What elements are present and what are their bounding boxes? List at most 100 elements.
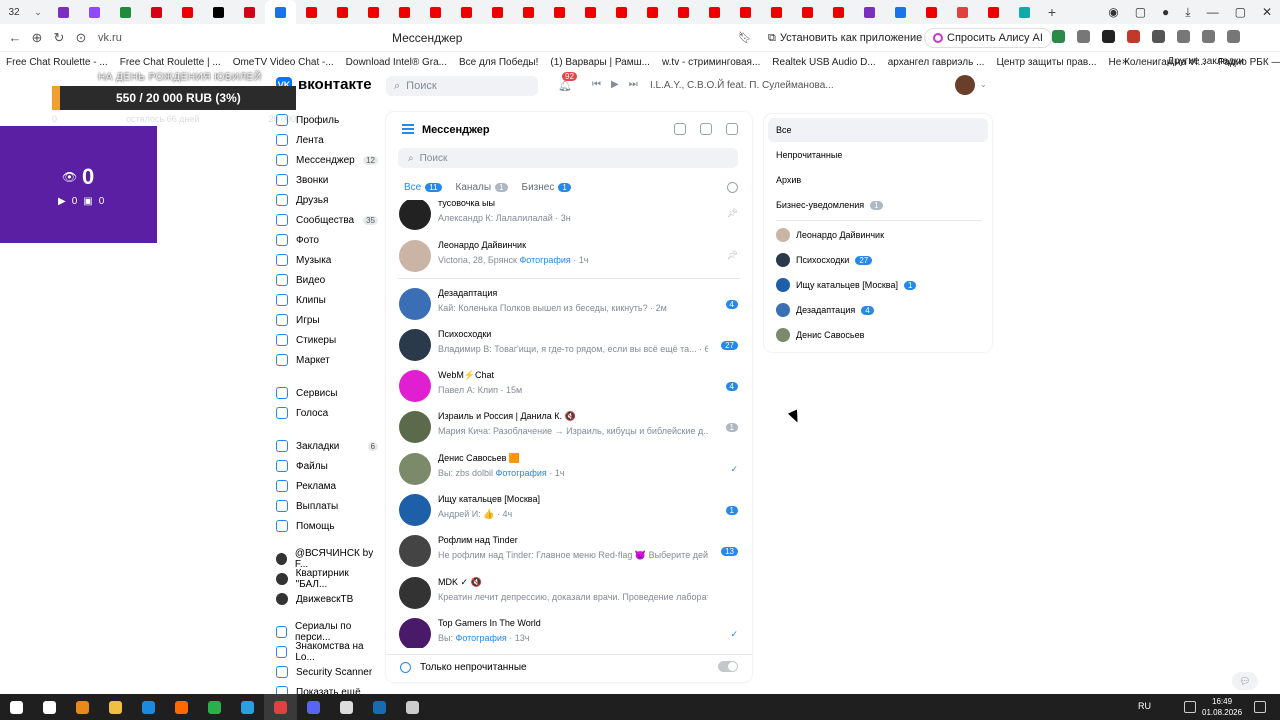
tab-count[interactable]: 32: [0, 7, 28, 18]
install-app-button[interactable]: ⧉ Установить как приложение: [762, 28, 928, 48]
chat-widget-button[interactable]: 💬︎: [1232, 672, 1258, 690]
sidebar-item[interactable]: Сериалы по перси...: [276, 621, 380, 643]
taskbar-app-icon[interactable]: [198, 694, 231, 720]
other-bookmarks[interactable]: Другие закладки: [1161, 56, 1250, 67]
archive-icon[interactable]: [700, 123, 712, 135]
tab-dropdown-icon[interactable]: ⌄: [28, 0, 48, 24]
sidebar-item[interactable]: Security Scanner: [276, 662, 380, 682]
sidebar-item[interactable]: Лента: [276, 130, 380, 150]
sidebar-item[interactable]: Реклама: [276, 476, 380, 496]
sidebar-item[interactable]: Сообщества 35: [276, 210, 380, 230]
browser-tab[interactable]: [513, 0, 544, 24]
conversation-row[interactable]: Психосходки Владимир В: Товаг'ищи, я где-…: [386, 325, 752, 365]
browser-tab[interactable]: [420, 0, 451, 24]
more-bookmarks-icon[interactable]: »: [1116, 56, 1134, 67]
browser-tab[interactable]: [451, 0, 482, 24]
unread-only-toggle[interactable]: [718, 661, 738, 672]
back-button[interactable]: ←: [4, 30, 26, 45]
vk-search-input[interactable]: ⌕ Поиск: [386, 76, 538, 96]
browser-tab[interactable]: [110, 0, 141, 24]
url-field[interactable]: vk.ru: [98, 32, 122, 44]
sidebar-item[interactable]: Сервисы: [276, 383, 380, 403]
conversation-row[interactable]: WebM⚡Chat Павел А: Клип · 15м 4: [386, 366, 752, 406]
compose-icon[interactable]: [726, 123, 738, 135]
bookmark-item[interactable]: Все для Победы!: [453, 57, 544, 68]
current-track[interactable]: I.L.A.Y., С.В.О.Й feat. П. Сулейманова..…: [650, 80, 834, 91]
browser-tab[interactable]: [544, 0, 575, 24]
notification-center-icon[interactable]: [1254, 701, 1266, 713]
call-icon[interactable]: [674, 123, 686, 135]
filter-item[interactable]: Все: [768, 118, 988, 142]
bookmark-item[interactable]: OmeTV Video Chat -...: [227, 57, 340, 68]
bookmark-item[interactable]: (1) Варвары | Рамш...: [544, 57, 656, 68]
sidebar-item[interactable]: Знакомства на Lo...: [276, 641, 380, 663]
conversation-row[interactable]: Рофлим над Tinder Не рофлим над Tinder: Г…: [386, 531, 752, 571]
browser-tab[interactable]: [606, 0, 637, 24]
tab-business[interactable]: Бизнес 1: [522, 182, 571, 193]
site-info-icon[interactable]: ⊙: [70, 30, 92, 46]
extension-icon[interactable]: ▢: [1135, 5, 1146, 19]
browser-tab[interactable]: [172, 0, 203, 24]
language-indicator[interactable]: RU: [1138, 701, 1151, 711]
browser-tab[interactable]: [699, 0, 730, 24]
bookmark-item[interactable]: w.tv - стриминговая...: [656, 57, 766, 68]
taskbar-app-icon[interactable]: [330, 694, 363, 720]
taskbar-app-icon[interactable]: [264, 694, 297, 720]
browser-tab[interactable]: [296, 0, 327, 24]
browser-tab[interactable]: [234, 0, 265, 24]
sidebar-item[interactable]: Маркет: [276, 350, 380, 370]
bookmark-icon[interactable]: 🔖︎: [738, 31, 752, 44]
conversation-row[interactable]: Дезадаптация Кай: Коленька Полков вышел и…: [386, 284, 752, 324]
taskbar-app-icon[interactable]: [396, 694, 429, 720]
browser-tab[interactable]: [730, 0, 761, 24]
taskbar-app-icon[interactable]: [0, 694, 33, 720]
sidebar-icon[interactable]: [1202, 30, 1215, 43]
maximize-button[interactable]: ▢: [1235, 5, 1246, 19]
browser-tab[interactable]: [389, 0, 420, 24]
sidebar-item[interactable]: Звонки: [276, 170, 380, 190]
sidebar-item[interactable]: Видео: [276, 270, 380, 290]
taskbar-app-icon[interactable]: [33, 694, 66, 720]
extension-icon[interactable]: [1102, 30, 1115, 43]
sidebar-item[interactable]: Мессенджер 12: [276, 150, 380, 170]
filter-item[interactable]: Непрочитанные: [768, 143, 988, 167]
profile-icon[interactable]: ◉: [1108, 5, 1118, 19]
sidebar-item[interactable]: Фото: [276, 230, 380, 250]
sidebar-item[interactable]: ДвижевскТВ: [276, 589, 380, 609]
conversation-row[interactable]: Леонардо Дайвинчик Victoria, 28, Брянск Ф…: [386, 236, 752, 276]
sidebar-item[interactable]: Квартирник "БАЛ...: [276, 568, 380, 590]
extension-icon[interactable]: [1152, 30, 1165, 43]
browser-tab[interactable]: [854, 0, 885, 24]
menu-icon[interactable]: [402, 124, 414, 134]
bookmark-item[interactable]: Free Chat Roulette | ...: [114, 57, 227, 68]
taskbar-app-icon[interactable]: [99, 694, 132, 720]
browser-tab[interactable]: [203, 0, 234, 24]
browser-tab[interactable]: [885, 0, 916, 24]
new-tab-button[interactable]: +: [1040, 4, 1064, 20]
download-icon[interactable]: [1227, 30, 1240, 43]
messenger-search-input[interactable]: ⌕ Поиск: [398, 148, 738, 168]
filter-item[interactable]: Архив: [768, 168, 988, 192]
sidebar-item[interactable]: Игры: [276, 310, 380, 330]
prev-track-icon[interactable]: ⏮: [592, 79, 601, 90]
browser-tab[interactable]: [916, 0, 947, 24]
browser-tab[interactable]: [48, 0, 79, 24]
play-icon[interactable]: ▶: [611, 79, 619, 90]
conversation-row[interactable]: Израиль и Россия | Данила К. 🔇 Мария Кича…: [386, 407, 752, 447]
close-button[interactable]: ✕: [1262, 5, 1272, 19]
user-avatar[interactable]: [955, 75, 975, 95]
browser-tab[interactable]: [947, 0, 978, 24]
browser-tab[interactable]: [482, 0, 513, 24]
system-clock[interactable]: 16:49 01.08.2026: [1202, 696, 1242, 718]
browser-tab[interactable]: [792, 0, 823, 24]
reader-icon[interactable]: ⊕: [26, 30, 48, 46]
sidebar-item[interactable]: Закладки 6: [276, 436, 380, 456]
browser-tab[interactable]: [575, 0, 606, 24]
minimize-button[interactable]: —: [1207, 5, 1219, 19]
conversation-row[interactable]: MDK ✓ 🔇 Креатин лечит депрессию, доказали…: [386, 573, 752, 613]
browser-tab[interactable]: [761, 0, 792, 24]
bookmark-item[interactable]: Realtek USB Audio D...: [766, 57, 881, 68]
browser-tab[interactable]: [79, 0, 110, 24]
sidebar-item[interactable]: Друзья: [276, 190, 380, 210]
folder-item[interactable]: Ищу катальцев [Москва] 1: [768, 273, 988, 297]
